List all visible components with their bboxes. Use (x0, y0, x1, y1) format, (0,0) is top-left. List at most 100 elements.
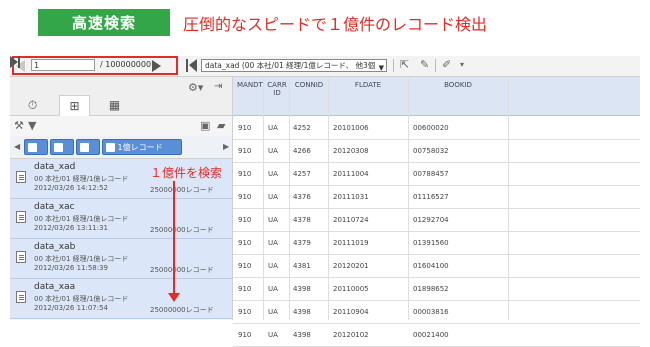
item-name: data_xac (34, 202, 75, 212)
column-header[interactable]: FLDATE (333, 81, 403, 89)
table-cell: UA (268, 239, 278, 247)
table-row[interactable]: 910 UA 4398 20120102 00021400 (233, 323, 640, 347)
breadcrumb-current-label: 1億レコード (117, 143, 163, 152)
table-cell: UA (268, 147, 278, 155)
chevron-right-icon[interactable]: ▶ (223, 142, 229, 151)
column-header[interactable]: CONNID (293, 81, 325, 89)
first-page-button[interactable] (186, 59, 197, 72)
document-icon (16, 171, 26, 183)
tab-tree[interactable]: ⊞ (59, 95, 90, 116)
folder-icon[interactable]: ▰ (217, 119, 225, 132)
table-cell: 20110724 (333, 216, 369, 224)
next-page-button[interactable] (152, 60, 161, 72)
item-path: 00 本社/01 経理/1億レコード (34, 255, 129, 263)
list-item[interactable]: data_xac 00 本社/01 経理/1億レコード 2012/03/26 1… (10, 199, 232, 239)
column-header[interactable]: MANDT (237, 81, 263, 89)
dataset-select[interactable]: data_xad (00 本社/01 経理/1億レコード、 他3個 ▼ (201, 59, 387, 72)
table-cell: 20120308 (333, 147, 369, 155)
table-cell: 20111019 (333, 239, 369, 247)
breadcrumb-item-db[interactable] (50, 139, 74, 155)
column-header[interactable]: CARR ID (267, 81, 287, 97)
table-cell: 910 (238, 262, 252, 270)
dataset-list: data_xad 00 本社/01 経理/1億レコード 2012/03/26 1… (10, 159, 232, 320)
data-grid: MANDT CARR ID CONNID FLDATE BOOKID 910 UA… (233, 77, 640, 347)
table-cell: UA (268, 331, 278, 339)
table-row[interactable]: 910 UA 4376 20111031 01116527 (233, 185, 640, 209)
item-path: 00 本社/01 経理/1億レコード (34, 175, 129, 183)
table-cell: 01898652 (413, 285, 449, 293)
table-cell: 4266 (293, 147, 311, 155)
table-cell: 4379 (293, 239, 311, 247)
last-page-button[interactable] (10, 56, 21, 68)
feature-badge: 高速検索 (38, 9, 170, 36)
feature-caption: 圧倒的なスピードで１億件のレコード検出 (183, 15, 488, 34)
panel-grid-icon[interactable]: ▣ (200, 119, 210, 132)
table-cell: 01116527 (413, 193, 449, 201)
table-cell: 4252 (293, 124, 311, 132)
table-cell: 20120201 (333, 262, 369, 270)
item-date: 2012/03/26 13:11:31 (34, 224, 109, 232)
chevron-left-icon[interactable]: ◀ (14, 142, 20, 151)
table-cell: 910 (238, 170, 252, 178)
table-cell: UA (268, 216, 278, 224)
pin-icon[interactable]: ⇥ (214, 81, 222, 92)
export-icon[interactable]: ⇱ (400, 58, 409, 71)
list-item[interactable]: data_xaa 00 本社/01 経理/1億レコード 2012/03/26 1… (10, 279, 232, 319)
table-cell: 4398 (293, 308, 311, 316)
table-cell: 910 (238, 216, 252, 224)
filter-icon[interactable]: ▼ (28, 119, 36, 132)
item-count: 25000000レコード (150, 306, 214, 314)
table-cell: 4378 (293, 216, 311, 224)
table-cell: UA (268, 262, 278, 270)
table-row[interactable]: 910 UA 4379 20111019 01391560 (233, 231, 640, 255)
breadcrumb-item-folder[interactable] (76, 139, 100, 155)
table-row[interactable]: 910 UA 4398 20110904 00003816 (233, 300, 640, 324)
gear-icon[interactable]: ⚙▾ (188, 81, 203, 94)
table-row[interactable]: 910 UA 4257 20111004 00788457 (233, 162, 640, 186)
grid-header: MANDT CARR ID CONNID FLDATE BOOKID (233, 77, 640, 116)
table-cell: 20110005 (333, 285, 369, 293)
table-cell: 20111004 (333, 170, 369, 178)
tab-history[interactable]: ⏱ (18, 95, 47, 115)
table-cell: 01292704 (413, 216, 449, 224)
folder-icon (106, 143, 115, 152)
table-row[interactable]: 910 UA 4398 20110005 01898652 (233, 277, 640, 301)
table-cell: 01604100 (413, 262, 449, 270)
pen-icon[interactable]: ✐ (442, 58, 451, 71)
page-number-input[interactable]: 1 (31, 59, 95, 71)
dataset-select-value: data_xad (00 本社/01 経理/1億レコード、 他3個 (205, 61, 376, 70)
panel-toolbar: ⚒ ▼ ▣ ▰ (10, 116, 232, 137)
list-item[interactable]: data_xab 00 本社/01 経理/1億レコード 2012/03/26 1… (10, 239, 232, 279)
table-cell: 00758032 (413, 147, 449, 155)
table-row[interactable]: 910 UA 4381 20120201 01604100 (233, 254, 640, 278)
table-cell: 01391560 (413, 239, 449, 247)
table-row[interactable]: 910 UA 4266 20120308 00758032 (233, 139, 640, 163)
table-cell: 4398 (293, 285, 311, 293)
document-icon (16, 291, 26, 303)
breadcrumb-item-current[interactable]: 1億レコード (102, 139, 182, 155)
tool-icon[interactable]: ⚒ (14, 119, 24, 132)
breadcrumb-item-root[interactable] (24, 139, 48, 155)
chevron-down-icon: ▼ (378, 64, 384, 72)
table-cell: UA (268, 285, 278, 293)
dataset-panel: ⚙▾ ⇥ ⏱ ⊞ ▦ ⚒ ▼ ▣ ▰ ◀ 1億レコード ▶ data_xad 0… (10, 77, 233, 320)
item-name: data_xab (34, 242, 76, 252)
column-header[interactable]: BOOKID (413, 81, 503, 89)
arrow-down-icon (168, 293, 180, 302)
edit-icon[interactable]: ✎ (420, 58, 429, 71)
item-date: 2012/03/26 11:07:54 (34, 304, 109, 312)
document-icon (16, 211, 26, 223)
table-cell: 00788457 (413, 170, 449, 178)
table-cell: 910 (238, 147, 252, 155)
tab-calendar[interactable]: ▦ (100, 95, 129, 115)
table-cell: 20111031 (333, 193, 369, 201)
table-row[interactable]: 910 UA 4378 20110724 01292704 (233, 208, 640, 232)
table-row[interactable]: 910 UA 4252 20101006 00600020 (233, 116, 640, 140)
table-cell: 910 (238, 308, 252, 316)
toolbar-divider (435, 59, 436, 72)
toolbar-divider (393, 59, 394, 72)
chevron-down-icon[interactable]: ▾ (460, 60, 464, 69)
annotation-arrow-line (173, 181, 175, 295)
item-name: data_xad (34, 162, 76, 172)
table-cell: 20110904 (333, 308, 369, 316)
